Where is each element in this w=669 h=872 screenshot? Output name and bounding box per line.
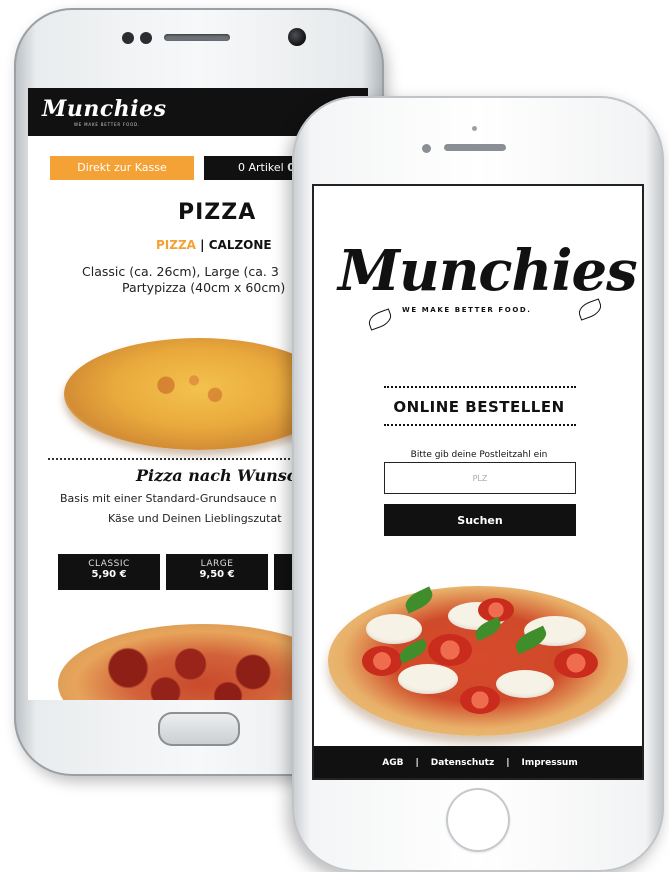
tab-pizza[interactable]: PIZZA [156,238,196,252]
munchies-logo[interactable]: Munchies [338,238,638,304]
dotted-divider [384,424,576,426]
custom-pizza-desc: Käse und Deinen Lieblingszutat [108,512,282,525]
tomato-slice [362,646,402,676]
site-footer: AGB | Datenschutz | Impressum [314,746,642,778]
online-order-heading: ONLINE BESTELLEN [393,398,565,416]
home-button[interactable] [158,712,240,746]
mozzarella-slice [496,670,554,698]
price-size-label: CLASSIC [88,559,130,569]
home-button[interactable] [446,788,510,852]
mozzarella-slice [366,614,422,644]
sensor-icon [140,32,152,44]
logo-tagline: WE MAKE BETTER FOOD. [402,306,532,314]
sensor-icon [472,126,477,131]
tab-separator: | [200,238,205,252]
imprint-link[interactable]: Impressum [522,758,578,768]
zip-hint: Bitte gib deine Postleitzahl ein [410,450,548,460]
sensor-icon [122,32,134,44]
privacy-link[interactable]: Datenschutz [431,758,494,768]
custom-pizza-desc: Basis mit einer Standard-Grundsauce n [60,492,277,505]
price-button-classic[interactable]: CLASSIC 5,90 € [58,554,160,590]
margherita-pizza-image [328,586,628,736]
speaker-grille [444,144,506,151]
iphone-screen: Munchies WE MAKE BETTER FOOD. ONLINE BES… [312,184,644,780]
mozzarella-slice [398,664,458,694]
footer-separator: | [506,758,510,768]
price-button-large[interactable]: LARGE 9,50 € [166,554,268,590]
zip-input[interactable] [384,462,576,494]
camera-icon [288,28,306,46]
dotted-divider [384,386,576,388]
custom-pizza-title: Pizza nach Wunsch [136,466,309,485]
basil-leaf [402,586,436,614]
category-tabs: PIZZA | CALZONE [156,238,272,252]
price-value: 5,90 € [91,569,127,580]
search-button[interactable]: Suchen [384,504,576,536]
footer-separator: | [415,758,419,768]
munchies-logo[interactable]: Munchies [42,96,166,122]
tomato-slice [554,648,598,678]
price-value: 9,50 € [199,569,235,580]
iphone: Munchies WE MAKE BETTER FOOD. ONLINE BES… [292,96,664,872]
tab-calzone[interactable]: CALZONE [209,238,272,252]
logo-tagline: WE MAKE BETTER FOOD. [74,122,140,127]
tomato-slice [428,634,472,666]
speaker-grille [164,34,230,41]
price-size-label: LARGE [200,559,234,569]
leaf-icon [366,308,394,331]
camera-icon [422,144,431,153]
size-desc-line: Classic (ca. 26cm), Large (ca. 3 [82,264,279,279]
category-title: PIZZA [178,200,257,225]
tomato-slice [460,686,500,714]
cart-count: 0 Artikel [238,161,284,174]
agb-link[interactable]: AGB [382,758,403,768]
checkout-button[interactable]: Direkt zur Kasse [50,156,194,180]
